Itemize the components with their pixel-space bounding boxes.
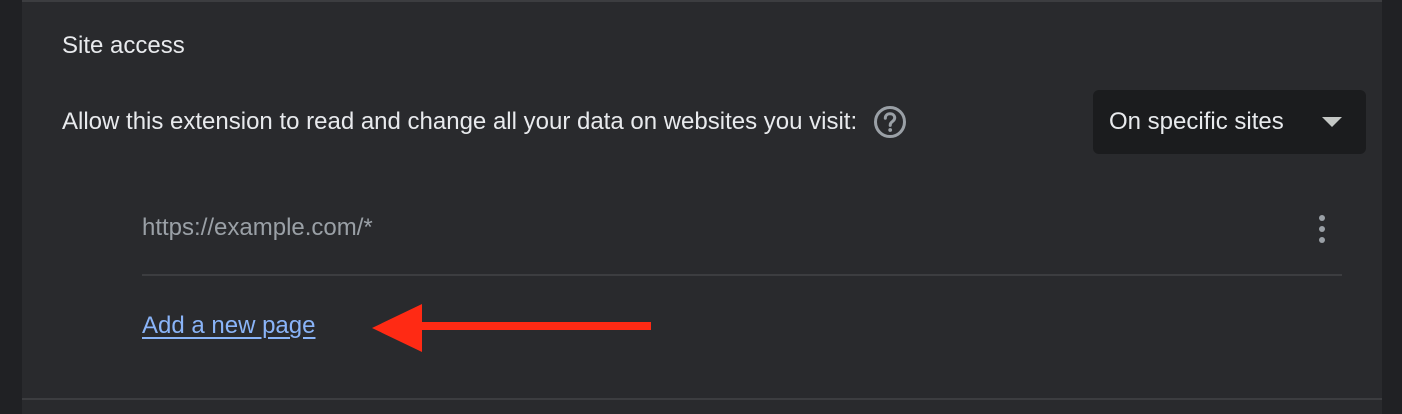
- site-access-select[interactable]: On specific sites: [1093, 90, 1366, 154]
- site-access-row: Allow this extension to read and change …: [62, 104, 907, 140]
- more-vertical-icon[interactable]: [1314, 214, 1330, 244]
- section-title: Site access: [62, 32, 185, 59]
- site-list-item: https://example.com/*: [142, 180, 1342, 276]
- add-new-page-link[interactable]: Add a new page: [142, 308, 315, 344]
- arrow-left-icon: [372, 304, 651, 352]
- site-url: https://example.com/*: [142, 214, 373, 241]
- site-access-select-value: On specific sites: [1109, 108, 1284, 135]
- card-divider: [22, 398, 1382, 400]
- site-access-label: Allow this extension to read and change …: [62, 108, 858, 135]
- help-circle-icon[interactable]: [873, 105, 907, 139]
- extension-settings-page: Site access Allow this extension to read…: [0, 0, 1402, 414]
- caret-down-icon: [1322, 117, 1342, 127]
